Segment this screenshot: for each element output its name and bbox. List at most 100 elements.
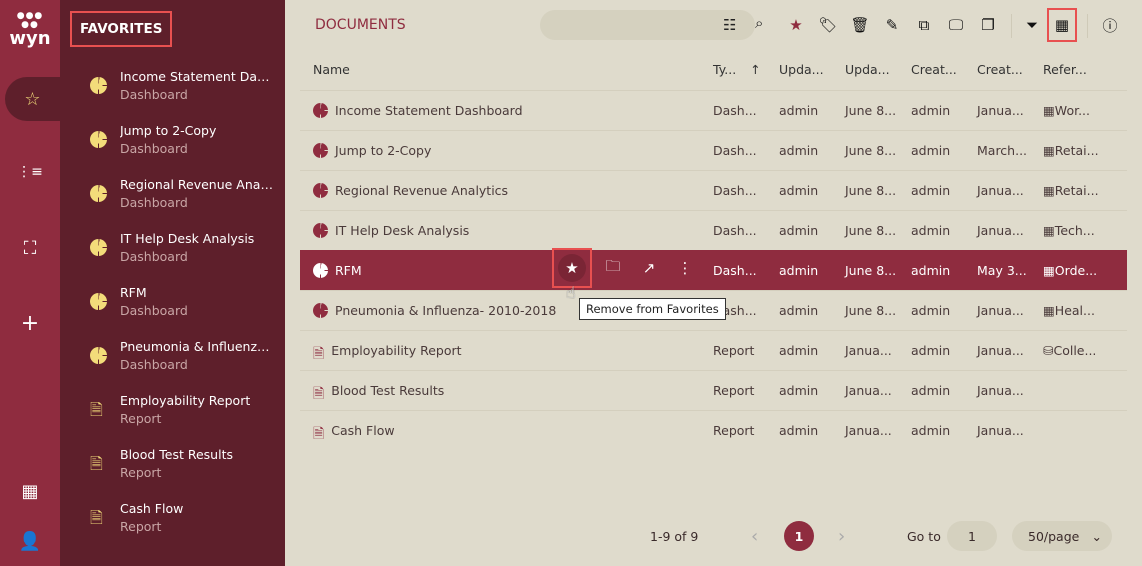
present-button[interactable]: 🖵 xyxy=(943,8,969,42)
dashboard-icon xyxy=(313,262,328,278)
cell-created-by: admin xyxy=(898,289,964,330)
page-button-current[interactable]: 1 xyxy=(784,521,814,551)
document-name: Blood Test Results xyxy=(331,382,445,398)
table-row[interactable]: 🗎 Blood Test Results Report admin Janua... ad… xyxy=(300,369,1127,410)
favorite-item[interactable]: Regional Revenue Analytics Dashboard xyxy=(90,176,275,226)
delete-button[interactable]: 🗑 xyxy=(847,8,873,42)
column-header[interactable]: Ty... ↑ xyxy=(700,50,766,90)
remove-favorite-button[interactable]: ★ xyxy=(552,248,592,288)
chart-icon: ⛶ xyxy=(23,237,37,259)
cell-name: 🗎 Cash Flow xyxy=(300,409,700,450)
column-header[interactable]: Creat... xyxy=(964,50,1030,90)
favorite-button[interactable]: ★ xyxy=(783,8,809,42)
dashboard-icon xyxy=(313,222,328,238)
favorite-item[interactable]: 🗎 Employability Report Report xyxy=(90,392,275,442)
edit-button[interactable]: ✎ xyxy=(879,8,905,42)
next-page-button[interactable]: › xyxy=(838,520,845,552)
rail-categories-button[interactable]: ⋮≡ xyxy=(0,150,60,194)
external-link-icon: ↗ xyxy=(642,259,656,277)
cell-name: IT Help Desk Analysis xyxy=(300,209,700,250)
goto-page-input[interactable]: 1 xyxy=(947,521,997,551)
move-icon: ⧉ xyxy=(918,16,930,34)
rail-portal-button[interactable]: ▦ xyxy=(0,469,60,513)
column-header[interactable]: Creat... xyxy=(898,50,964,90)
cell-type: Report xyxy=(700,369,766,410)
cell-name: 🗎 Blood Test Results xyxy=(300,369,700,410)
more-button[interactable]: ⋮ xyxy=(670,253,700,283)
table-row[interactable]: Jump to 2-Copy Dash... admin June 8... admin… xyxy=(300,129,1127,170)
rail-create-button[interactable]: + xyxy=(0,301,60,345)
cell-created-by: admin xyxy=(898,169,964,210)
table-row[interactable]: Income Statement Dashboard Dash... admin Ju… xyxy=(300,89,1127,130)
cell-type: Dash... xyxy=(700,129,766,170)
cell-updated-by: admin xyxy=(766,129,832,170)
rail-favorites-button[interactable]: ☆ xyxy=(5,77,60,121)
dashboard-icon xyxy=(90,293,107,310)
table-row[interactable]: Regional Revenue Analytics Dash... admin Ju… xyxy=(300,169,1127,210)
prev-page-button[interactable]: ‹ xyxy=(751,520,758,552)
star-icon: ☆ xyxy=(24,88,41,110)
document-name: IT Help Desk Analysis xyxy=(335,222,470,238)
cell-updated: June 8... xyxy=(832,169,898,210)
dashboard-icon xyxy=(90,239,107,256)
dashboard-icon xyxy=(90,347,107,364)
column-header[interactable]: Upda... xyxy=(832,50,898,90)
dashboard-icon xyxy=(90,77,107,94)
favorite-type: Dashboard xyxy=(120,303,188,318)
table-row[interactable]: 🗎 Employability Report Report admin Janua...… xyxy=(300,329,1127,370)
favorite-title: RFM xyxy=(120,285,147,300)
documents-table: Name Ty... ↑ Upda... Upda... Creat... Creat..… xyxy=(300,50,1127,450)
favorite-title: IT Help Desk Analysis xyxy=(120,231,255,246)
cell-created: Janua... xyxy=(964,169,1030,210)
grid-view-button[interactable]: ▦ xyxy=(1047,8,1077,42)
column-header[interactable]: Upda... xyxy=(766,50,832,90)
filter-button[interactable]: ⏷ xyxy=(1019,8,1045,42)
table-row[interactable]: RFM Dash... admin June 8... admin May 3... ▦Or… xyxy=(300,249,1127,290)
funnel-icon: ⏷ xyxy=(1025,16,1038,34)
info-button[interactable]: ⓘ xyxy=(1097,8,1123,42)
monitor-icon: 🖵 xyxy=(948,16,964,34)
pencil-icon: ✎ xyxy=(885,16,899,34)
copy-icon: ❐ xyxy=(981,16,995,34)
cell-ref: ▦Retai... xyxy=(1030,129,1127,170)
favorite-item[interactable]: 🗎 Cash Flow Report xyxy=(90,500,275,550)
plus-icon: + xyxy=(20,310,40,336)
favorite-title: Blood Test Results xyxy=(120,447,233,462)
favorite-item[interactable]: Jump to 2-Copy Dashboard xyxy=(90,122,275,172)
cell-created: Janua... xyxy=(964,329,1030,370)
search-input[interactable]: ☷ ⌕ xyxy=(540,10,763,40)
locate-button[interactable]: 🗀 xyxy=(598,253,628,283)
hand-cursor-icon: ☝ xyxy=(566,283,576,302)
cell-created: Janua... xyxy=(964,209,1030,250)
copy-button[interactable]: ❐ xyxy=(975,8,1001,42)
favorite-item[interactable]: Pneumonia & Influenza- 20... Dashboard xyxy=(90,338,275,388)
dashboard-icon xyxy=(90,131,107,148)
favorite-item[interactable]: IT Help Desk Analysis Dashboard xyxy=(90,230,275,280)
tag-icon: 🏷 xyxy=(818,16,838,34)
favorite-item[interactable]: 🗎 Blood Test Results Report xyxy=(90,446,275,496)
dashboard-icon xyxy=(313,182,328,198)
tag-button[interactable]: 🏷 xyxy=(815,8,841,42)
favorite-item[interactable]: RFM Dashboard xyxy=(90,284,275,334)
column-header[interactable]: Name xyxy=(300,50,700,90)
page-size-select[interactable]: 50/page ⌄ xyxy=(1012,521,1112,551)
rail-user-button[interactable]: 👤 xyxy=(0,519,60,563)
cell-created: Janua... xyxy=(964,89,1030,130)
report-icon: 🗎 xyxy=(90,400,103,419)
table-row[interactable]: 🗎 Cash Flow Report admin Janua... admin Janua.… xyxy=(300,409,1127,450)
cell-updated-by: admin xyxy=(766,369,832,410)
cell-name: Income Statement Dashboard xyxy=(300,89,700,130)
rail-analysis-button[interactable]: ⛶ xyxy=(0,226,60,270)
nav-rail: ●●● ●● wyn ☆ ⋮≡ ⛶ + ▦ 👤 xyxy=(0,0,60,566)
column-header[interactable]: Refer... xyxy=(1030,50,1127,90)
search-icon[interactable]: ⌕ xyxy=(755,14,763,32)
move-button[interactable]: ⧉ xyxy=(911,8,937,42)
filter-settings-icon[interactable]: ☷ xyxy=(723,16,736,34)
document-name: Regional Revenue Analytics xyxy=(335,182,509,198)
table-row[interactable]: IT Help Desk Analysis Dash... admin June 8.… xyxy=(300,209,1127,250)
cell-type: Dash... xyxy=(700,169,766,210)
open-new-window-button[interactable]: ↗ xyxy=(634,253,664,283)
favorite-item[interactable]: Income Statement Dashbo... Dashboard xyxy=(90,68,275,118)
divider xyxy=(1011,14,1012,38)
folder-search-icon: 🗀 xyxy=(605,256,621,275)
